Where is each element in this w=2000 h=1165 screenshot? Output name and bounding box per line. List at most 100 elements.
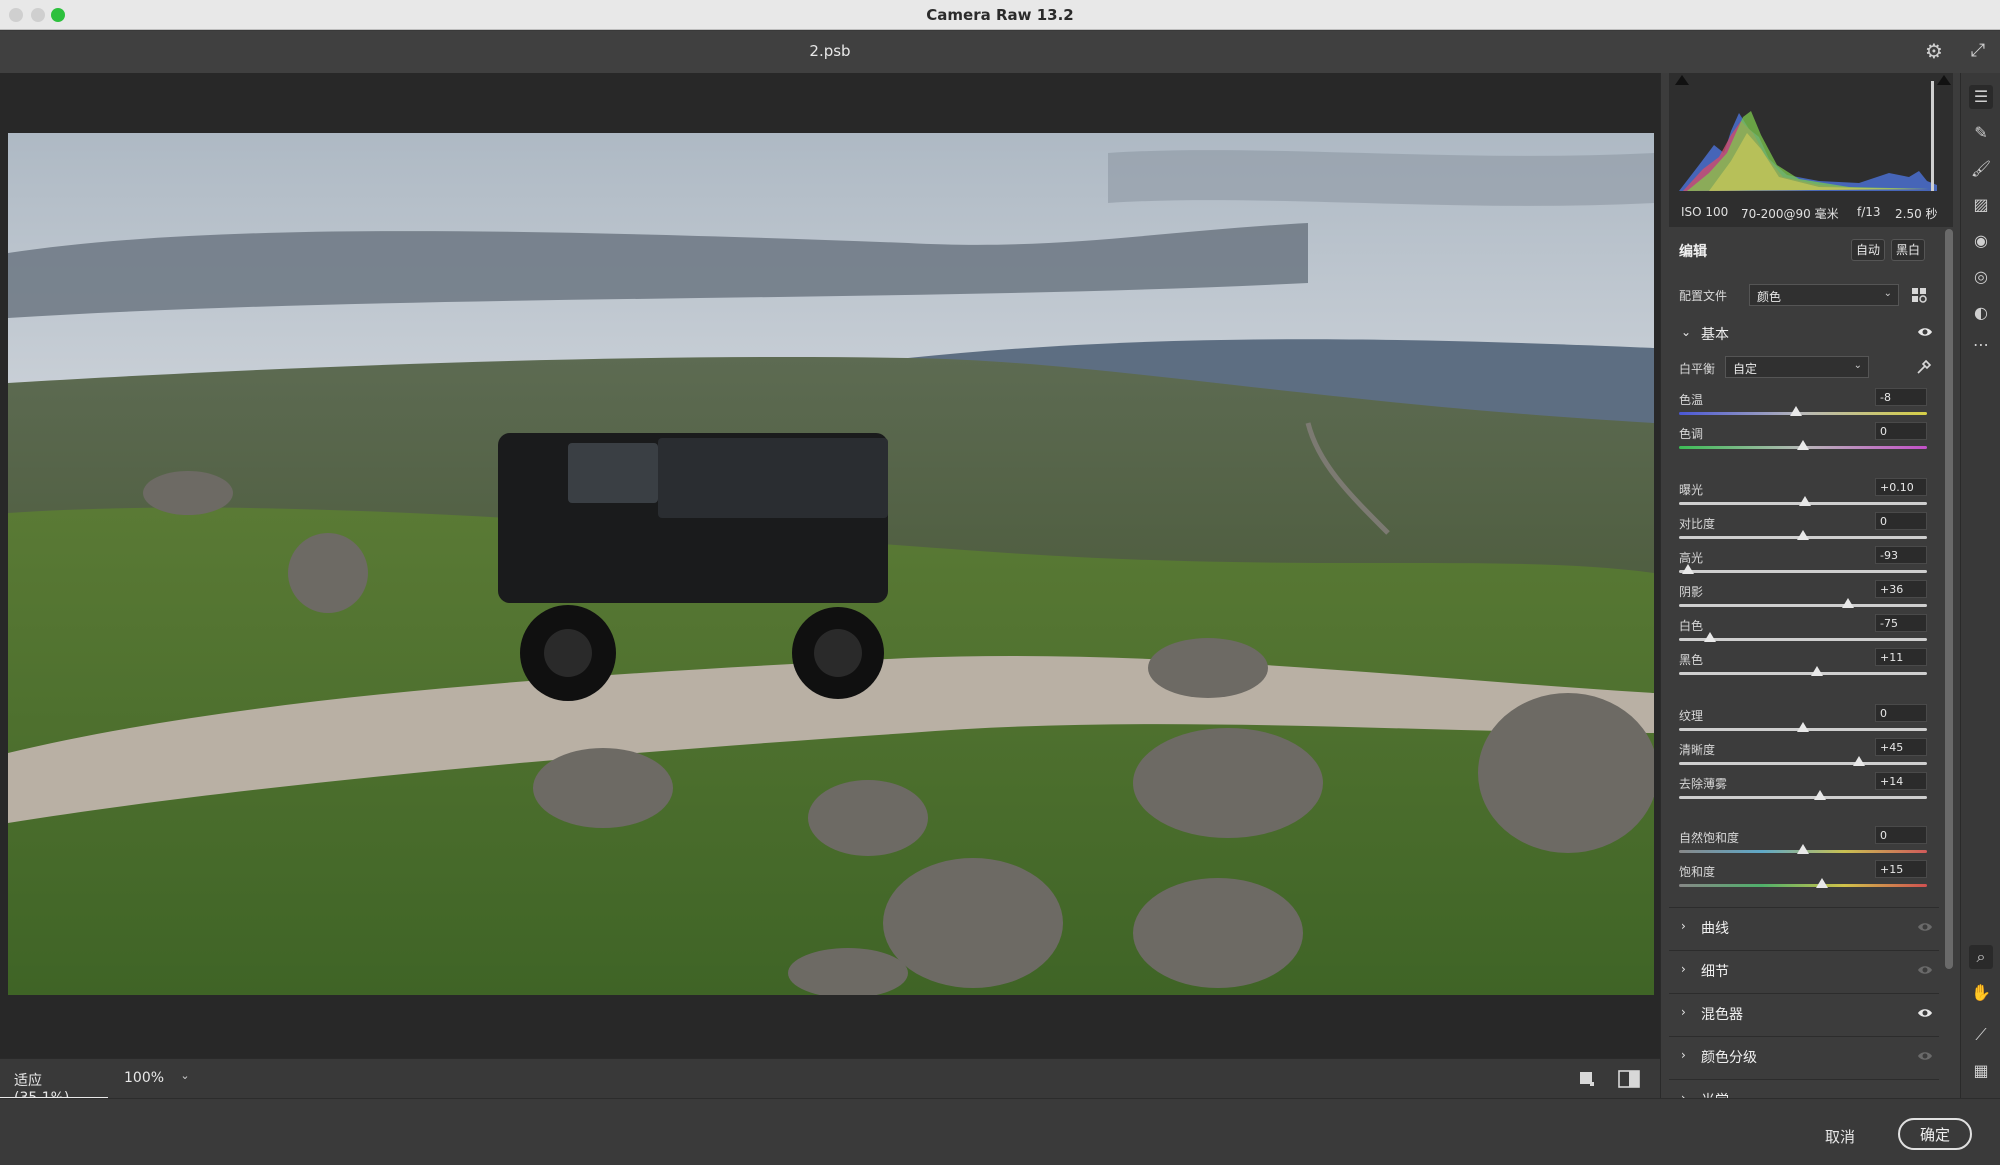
clarity-slider[interactable]: 清晰度 +45 [1669, 738, 1939, 775]
edit-header: 编辑 自动 黑白 [1669, 230, 1939, 270]
clarity-thumb[interactable] [1852, 756, 1865, 766]
saturation-value[interactable]: +15 [1875, 860, 1927, 878]
highlights-slider[interactable]: 高光 -93 [1669, 546, 1939, 583]
black-white-button[interactable]: 黑白 [1891, 239, 1925, 261]
title-bar: Camera Raw 13.2 [0, 0, 2000, 30]
temperature-value[interactable]: -8 [1875, 388, 1927, 406]
eye-icon[interactable] [1917, 921, 1933, 933]
blacks-track[interactable] [1679, 672, 1927, 675]
auto-button[interactable]: 自动 [1851, 239, 1885, 261]
radial-filter-icon[interactable]: ◉ [1969, 229, 1993, 253]
whites-thumb[interactable] [1704, 632, 1716, 642]
dehaze-value[interactable]: +14 [1875, 772, 1927, 790]
gear-icon[interactable]: ⚙ [1922, 39, 1946, 63]
cancel-button[interactable]: 取消 [1810, 1122, 1870, 1150]
color-grading-label: 颜色分级 [1701, 1050, 1757, 1066]
vibrance-value[interactable]: 0 [1875, 826, 1927, 844]
panel-scrollbar[interactable] [1945, 229, 1953, 969]
graduated-filter-icon[interactable]: ▨ [1969, 193, 1993, 217]
white-balance-select[interactable]: 自定 ⌄ [1725, 356, 1869, 378]
saturation-thumb[interactable] [1815, 878, 1828, 888]
more-icon[interactable]: ⋯ [1969, 333, 1993, 357]
panel-scrollbar-thumb[interactable] [1945, 229, 1953, 969]
eye-icon[interactable] [1917, 326, 1933, 338]
tint-slider[interactable]: 色调 0 [1669, 422, 1939, 459]
presets-icon[interactable]: ◐ [1969, 301, 1993, 325]
blacks-value[interactable]: +11 [1875, 648, 1927, 666]
edit-sliders-icon[interactable]: ☰ [1969, 85, 1993, 109]
expand-icon[interactable]: ⤢ [1966, 39, 1990, 63]
basic-section-header[interactable]: ⌄ 基本 [1669, 317, 1939, 349]
highlight-clipping-icon[interactable] [1937, 75, 1951, 85]
temperature-thumb[interactable] [1789, 406, 1802, 416]
saturation-slider[interactable]: 饱和度 +15 [1669, 860, 1939, 897]
whites-track[interactable] [1679, 638, 1927, 641]
image-canvas[interactable] [0, 73, 1660, 1058]
red-eye-icon[interactable]: ◎ [1969, 265, 1993, 289]
eye-icon[interactable] [1917, 964, 1933, 976]
dehaze-label: 去除薄雾 [1679, 777, 1728, 791]
exposure-thumb[interactable] [1799, 496, 1812, 506]
photo-preview[interactable] [8, 133, 1654, 995]
profile-browser-icon[interactable] [1911, 287, 1929, 303]
blacks-slider[interactable]: 黑色 +11 [1669, 648, 1939, 685]
highlights-thumb[interactable] [1681, 564, 1694, 574]
tool-strip: ☰ ✎ 🖌 ▨ ◉ ◎ ◐ ⋯ ⌕ ✋ ⟋ ▦ [1960, 73, 2000, 1098]
histogram [1669, 73, 1953, 197]
whites-slider[interactable]: 白色 -75 [1669, 614, 1939, 651]
texture-slider[interactable]: 纹理 0 [1669, 704, 1939, 741]
single-view-icon[interactable] [1578, 1070, 1596, 1088]
vibrance-thumb[interactable] [1797, 844, 1809, 854]
color-grading-section[interactable]: › 颜色分级 [1669, 1036, 1939, 1076]
healing-brush-icon[interactable]: ✎ [1969, 121, 1993, 145]
eye-icon[interactable] [1917, 1007, 1933, 1019]
shadows-value[interactable]: +36 [1875, 580, 1927, 598]
optics-section[interactable]: › 光学 [1669, 1079, 1939, 1098]
eyedropper-icon[interactable] [1915, 358, 1933, 376]
vibrance-slider[interactable]: 自然饱和度 0 [1669, 826, 1939, 863]
blacks-thumb[interactable] [1810, 666, 1823, 676]
detail-section[interactable]: › 细节 [1669, 950, 1939, 990]
adjustment-brush-icon[interactable]: 🖌 [1969, 157, 1993, 181]
shadows-thumb[interactable] [1841, 598, 1854, 608]
hand-icon[interactable]: ✋ [1969, 981, 1993, 1005]
dehaze-slider[interactable]: 去除薄雾 +14 [1669, 772, 1939, 809]
eyedropper-tool-icon[interactable]: ⟋ [1969, 1023, 1993, 1047]
zoom-dropdown-icon[interactable]: ⌄ [176, 1069, 194, 1089]
profile-select[interactable]: 颜色 ⌄ [1749, 284, 1899, 306]
zoom-icon[interactable]: ⌕ [1969, 945, 1993, 969]
shadows-slider[interactable]: 阴影 +36 [1669, 580, 1939, 617]
dehaze-thumb[interactable] [1814, 790, 1827, 800]
texture-thumb[interactable] [1797, 722, 1809, 732]
curves-section[interactable]: › 曲线 [1669, 907, 1939, 947]
contrast-thumb[interactable] [1797, 530, 1809, 540]
tint-value[interactable]: 0 [1875, 422, 1927, 440]
clarity-value[interactable]: +45 [1875, 738, 1927, 756]
whites-value[interactable]: -75 [1875, 614, 1927, 632]
color-mixer-section[interactable]: › 混色器 [1669, 993, 1939, 1033]
ok-button[interactable]: 确定 [1898, 1118, 1972, 1150]
contrast-slider[interactable]: 对比度 0 [1669, 512, 1939, 549]
shadows-track[interactable] [1679, 604, 1927, 607]
eye-icon[interactable] [1917, 1050, 1933, 1062]
clarity-track[interactable] [1679, 762, 1927, 765]
zoom-100-button[interactable]: 100% [112, 1059, 184, 1099]
texture-value[interactable]: 0 [1875, 704, 1927, 722]
saturation-track[interactable] [1679, 884, 1927, 887]
highlights-value[interactable]: -93 [1875, 546, 1927, 564]
detail-label: 细节 [1701, 964, 1729, 980]
dehaze-track[interactable] [1679, 796, 1927, 799]
grid-icon[interactable]: ▦ [1969, 1059, 1993, 1083]
before-after-view-icon[interactable] [1618, 1070, 1640, 1088]
highlights-track[interactable] [1679, 570, 1927, 573]
chevron-down-icon: ⌄ [1681, 325, 1692, 339]
zoom-fit-button[interactable]: 适应 (35.1%) [0, 1059, 108, 1106]
temperature-track[interactable] [1679, 412, 1927, 415]
temperature-slider[interactable]: 色温 -8 [1669, 388, 1939, 425]
tint-thumb[interactable] [1797, 440, 1809, 450]
contrast-value[interactable]: 0 [1875, 512, 1927, 530]
shadow-clipping-icon[interactable] [1675, 75, 1689, 85]
tint-label: 色调 [1679, 427, 1704, 441]
exposure-value[interactable]: +0.10 [1875, 478, 1927, 496]
exposure-slider[interactable]: 曝光 +0.10 [1669, 478, 1939, 515]
